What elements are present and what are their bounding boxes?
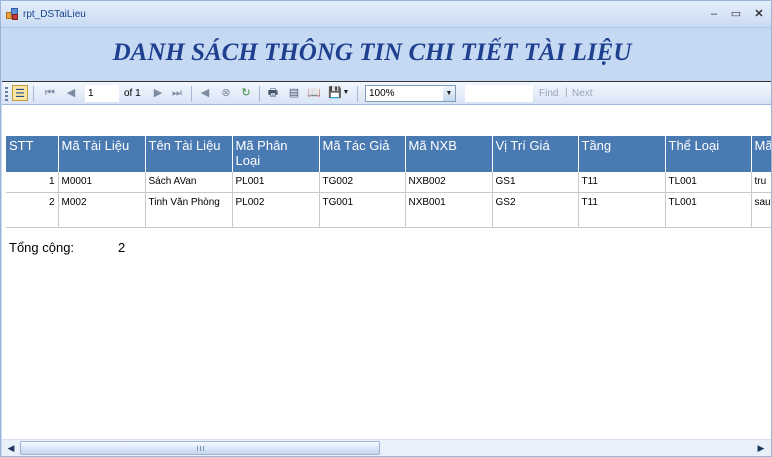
scroll-left-icon[interactable]: ◀ [4,441,18,455]
report-header: DANH SÁCH THÔNG TIN CHI TIẾT TÀI LIỆU [2,28,771,81]
report-viewer-window: rpt_DSTaiLieu – ▭ ✕ DANH SÁCH THÔNG TIN … [0,0,772,457]
document-table: STT Mã Tài Liệu Tên Tài Liệu Mã Phân Loạ… [6,136,771,228]
table-cell: TG001 [319,192,406,228]
export-icon[interactable]: 💾 [327,85,343,101]
toolbar-grip-icon[interactable] [5,87,8,101]
toolbar-separator [259,86,260,102]
scrollbar-grip-icon [197,446,205,451]
table-cell: TL001 [665,172,752,193]
table-cell: NXB001 [405,192,493,228]
column-header: Mã NXB [405,136,493,172]
table-cell: Sách AVan [145,172,233,193]
document-map-icon[interactable]: ☰ [12,85,28,101]
table-cell: M0001 [58,172,146,193]
table-cell: GS2 [492,192,579,228]
horizontal-scrollbar[interactable]: ◀ ▶ [2,439,771,456]
table-cell: M002 [58,192,146,228]
column-header: Mã Tài Liệu [58,136,146,172]
table-header-row: STT Mã Tài Liệu Tên Tài Liệu Mã Phân Loạ… [6,136,771,172]
print-icon[interactable]: 🖶 [265,85,281,101]
next-page-icon[interactable]: ▶ [150,85,166,101]
column-header: STT [6,136,59,172]
table-cell: sau [751,192,771,228]
table-row: 2 M002 Tinh Văn Phòng PL002 TG001 NXB001… [6,192,771,228]
last-page-icon[interactable]: ⏭ [169,85,185,101]
column-header: Tầng [578,136,666,172]
find-next-link[interactable]: Next [572,88,593,99]
table-row: 1 M0001 Sách AVan PL001 TG002 NXB002 GS1… [6,172,771,193]
column-header: Thể Loại [665,136,752,172]
table-cell: Tinh Văn Phòng [145,192,233,228]
report-title: DANH SÁCH THÔNG TIN CHI TIẾT TÀI LIỆU [112,39,632,66]
close-button[interactable]: ✕ [750,6,768,22]
app-icon [6,8,19,20]
report-toolbar: ☰ ⏮ ◀ 1 of 1 ▶ ⏭ ◀ ⊗ ↻ 🖶 ▤ 📖 💾 ▼ 100% ▼ … [2,81,771,105]
table-cell: PL002 [232,192,320,228]
table-cell: NXB002 [405,172,493,193]
toolbar-separator [191,86,192,102]
find-text-input[interactable] [465,85,533,102]
scrollbar-thumb[interactable] [20,441,380,455]
table-cell: 2 [6,192,59,228]
toolbar-separator [357,86,358,102]
column-header: Tên Tài Liệu [145,136,233,172]
scroll-right-icon[interactable]: ▶ [754,441,768,455]
back-icon[interactable]: ◀ [197,85,213,101]
total-value: 2 [118,240,126,255]
table-cell: T11 [578,192,666,228]
zoom-select[interactable]: 100% ▼ [365,85,456,102]
column-header: Mã [751,136,771,172]
current-page-input[interactable]: 1 [85,85,119,102]
column-header: Vị Trí Giá [492,136,579,172]
previous-page-icon[interactable]: ◀ [63,85,79,101]
table-cell: T11 [578,172,666,193]
table-cell: TL001 [665,192,752,228]
column-header: Mã Phân Loại [232,136,320,172]
table-cell: tru [751,172,771,193]
table-cell: PL001 [232,172,320,193]
table-cell: GS1 [492,172,579,193]
title-bar[interactable]: rpt_DSTaiLieu – ▭ ✕ [1,1,771,28]
total-label: Tổng cộng: [9,240,75,255]
table-cell: TG002 [319,172,406,193]
chevron-down-icon[interactable]: ▼ [443,86,455,101]
toolbar-separator [33,86,34,102]
print-layout-icon[interactable]: ▤ [286,85,302,101]
page-count-label: of 1 [124,88,141,99]
column-header: Mã Tác Giả [319,136,406,172]
maximize-button[interactable]: ▭ [727,6,745,22]
find-link[interactable]: Find [539,88,558,99]
report-body[interactable]: STT Mã Tài Liệu Tên Tài Liệu Mã Phân Loạ… [2,105,771,439]
minimize-button[interactable]: – [705,6,723,22]
page-setup-icon[interactable]: 📖 [306,85,322,101]
zoom-value: 100% [369,88,395,99]
table-cell: 1 [6,172,59,193]
first-page-icon[interactable]: ⏮ [42,85,58,101]
export-dropdown-icon[interactable]: ▼ [342,85,350,101]
find-separator: | [565,87,568,98]
window-title: rpt_DSTaiLieu [23,9,86,20]
stop-icon[interactable]: ⊗ [218,85,234,101]
refresh-icon[interactable]: ↻ [238,85,254,101]
